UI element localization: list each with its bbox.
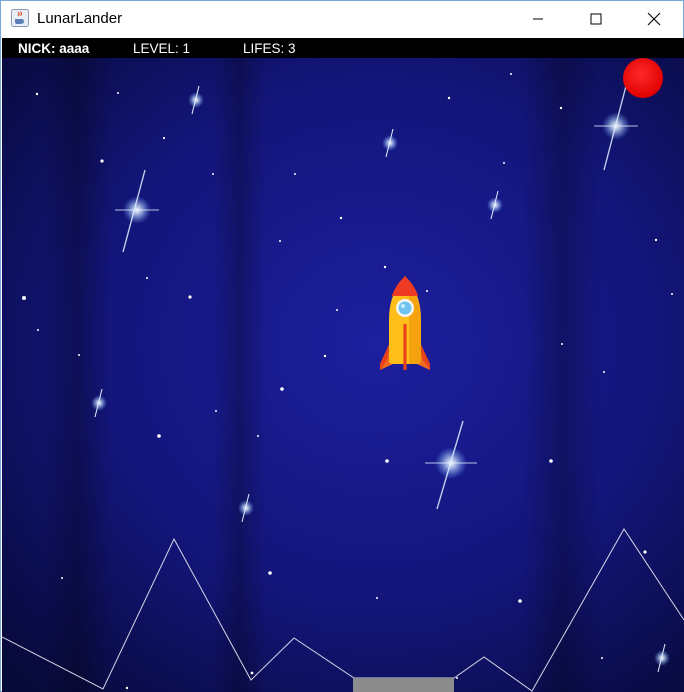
hud-bar: NICK: aaaa LEVEL: 1 LIFES: 3 <box>2 38 684 58</box>
java-cup-icon <box>11 9 29 27</box>
game-canvas[interactable] <box>2 58 684 692</box>
minimize-icon <box>533 18 543 20</box>
game-scene <box>2 58 684 692</box>
status-indicator <box>623 58 663 98</box>
app-window: LunarLander NICK: aaaa LEVEL: 1 LIFES: 3 <box>0 0 684 692</box>
title-bar[interactable]: LunarLander <box>1 1 683 37</box>
maximize-icon <box>590 13 602 25</box>
hud-nick: NICK: aaaa <box>18 41 90 56</box>
maximize-button[interactable] <box>567 1 625 37</box>
hud-lifes: LIFES: 3 <box>243 41 296 56</box>
close-button[interactable] <box>625 1 683 37</box>
window-title: LunarLander <box>37 10 123 27</box>
minimize-button[interactable] <box>509 1 567 37</box>
landing-pad <box>353 678 454 692</box>
hud-level: LEVEL: 1 <box>133 41 191 56</box>
close-icon <box>647 12 661 26</box>
